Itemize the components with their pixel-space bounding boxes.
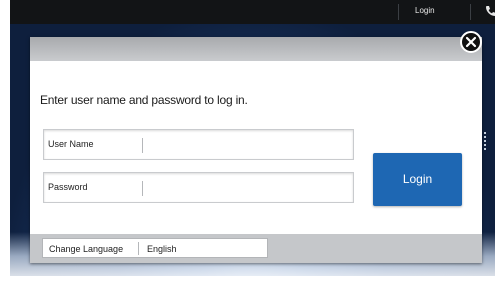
topbar-divider (398, 4, 399, 20)
top-status-bar: Login (10, 0, 495, 24)
field-divider (138, 242, 139, 255)
phone-icon[interactable] (484, 4, 495, 18)
login-dialog: Enter user name and password to log in. … (30, 37, 482, 263)
dialog-footer: Change Language English (30, 234, 482, 263)
dialog-header (30, 37, 482, 61)
side-scroll-indicator (484, 132, 490, 150)
username-label: User Name (48, 139, 94, 149)
field-divider (142, 138, 143, 153)
change-language-selector[interactable]: Change Language English (42, 238, 268, 258)
username-field[interactable]: User Name (43, 129, 354, 160)
field-divider (142, 181, 143, 196)
topbar-divider (470, 4, 471, 20)
close-icon (465, 36, 477, 48)
close-button[interactable] (460, 31, 482, 53)
language-value: English (147, 244, 177, 254)
password-label: Password (48, 182, 88, 192)
topbar-login-link[interactable]: Login (415, 6, 435, 15)
change-language-label: Change Language (49, 244, 124, 254)
login-prompt: Enter user name and password to log in. (40, 93, 248, 107)
login-button[interactable]: Login (373, 153, 462, 206)
password-field[interactable]: Password (43, 172, 354, 203)
